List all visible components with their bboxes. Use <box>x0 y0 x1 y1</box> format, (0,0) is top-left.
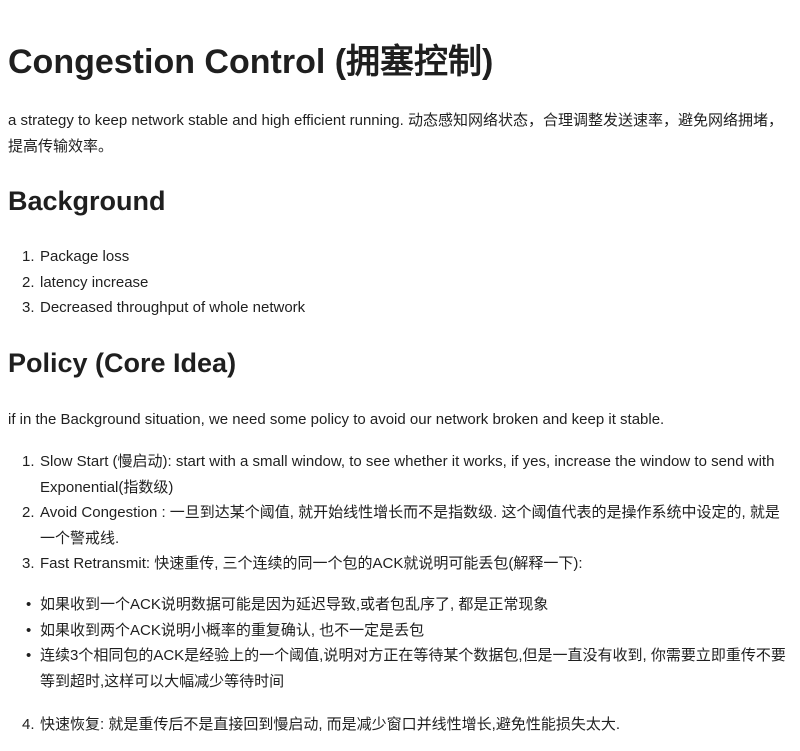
list-number: 3. <box>22 555 35 572</box>
recovery-list: 4. 快速恢复: 就是重传后不是直接回到慢启动, 而是减少窗口并线性增长,避免性… <box>8 712 790 738</box>
list-number: 2. <box>22 504 35 521</box>
list-item: 3. Fast Retransmit: 快速重传, 三个连续的同一个包的ACK就… <box>8 551 790 577</box>
list-item: 1. Package loss <box>8 244 790 270</box>
page-title: Congestion Control (拥塞控制) <box>8 43 494 81</box>
intro-paragraph: a strategy to keep network stable and hi… <box>8 112 783 155</box>
list-item-text: Decreased throughput of whole network <box>40 299 306 316</box>
list-item-text: Avoid Congestion : 一旦到达某个阈值, 就开始线性增长而不是指… <box>40 504 780 547</box>
bullet-dot-icon: • <box>26 621 32 639</box>
list-number: 1. <box>22 453 35 470</box>
policy-heading: Policy (Core Idea) <box>8 348 237 378</box>
list-item: 2. latency increase <box>8 270 790 296</box>
policy-list: 1. Slow Start (慢启动): start with a small … <box>8 449 790 577</box>
list-item: 2. Avoid Congestion : 一旦到达某个阈值, 就开始线性增长而… <box>8 500 790 551</box>
bullet-item: • 如果收到两个ACK说明小概率的重复确认, 也不一定是丢包 <box>8 618 790 644</box>
list-item-text: Fast Retransmit: 快速重传, 三个连续的同一个包的ACK就说明可… <box>40 555 583 572</box>
list-item: 4. 快速恢复: 就是重传后不是直接回到慢启动, 而是减少窗口并线性增长,避免性… <box>8 712 790 738</box>
policy-intro: if in the Background situation, we need … <box>8 411 665 428</box>
ack-bullet-list: • 如果收到一个ACK说明数据可能是因为延迟导致,或者包乱序了, 都是正常现象 … <box>8 592 790 694</box>
list-item-text: latency increase <box>40 273 149 291</box>
list-number: 4. <box>22 716 35 733</box>
list-number: 2. <box>22 273 35 291</box>
bullet-text: 如果收到两个ACK说明小概率的重复确认, 也不一定是丢包 <box>40 621 425 639</box>
bullet-text: 连续3个相同包的ACK是经验上的一个阈值,说明对方正在等待某个数据包,但是一直没… <box>40 647 786 690</box>
bullet-dot-icon: • <box>26 596 32 613</box>
bullet-text: 如果收到一个ACK说明数据可能是因为延迟导致,或者包乱序了, 都是正常现象 <box>40 596 549 613</box>
list-item-text: Slow Start (慢启动): start with a small win… <box>40 453 775 496</box>
list-number: 3. <box>22 299 35 316</box>
background-heading: Background <box>8 186 166 216</box>
bullet-item: • 如果收到一个ACK说明数据可能是因为延迟导致,或者包乱序了, 都是正常现象 <box>8 592 790 618</box>
list-item: 3. Decreased throughput of whole network <box>8 295 790 321</box>
bullet-item: • 连续3个相同包的ACK是经验上的一个阈值,说明对方正在等待某个数据包,但是一… <box>8 643 790 694</box>
list-number: 1. <box>22 248 35 265</box>
background-list: 1. Package loss 2. latency increase 3. D… <box>8 244 790 321</box>
bullet-dot-icon: • <box>26 647 32 664</box>
list-item-text: Package loss <box>40 248 130 265</box>
list-item: 1. Slow Start (慢启动): start with a small … <box>8 449 790 500</box>
list-item-text: 快速恢复: 就是重传后不是直接回到慢启动, 而是减少窗口并线性增长,避免性能损失… <box>40 716 621 733</box>
